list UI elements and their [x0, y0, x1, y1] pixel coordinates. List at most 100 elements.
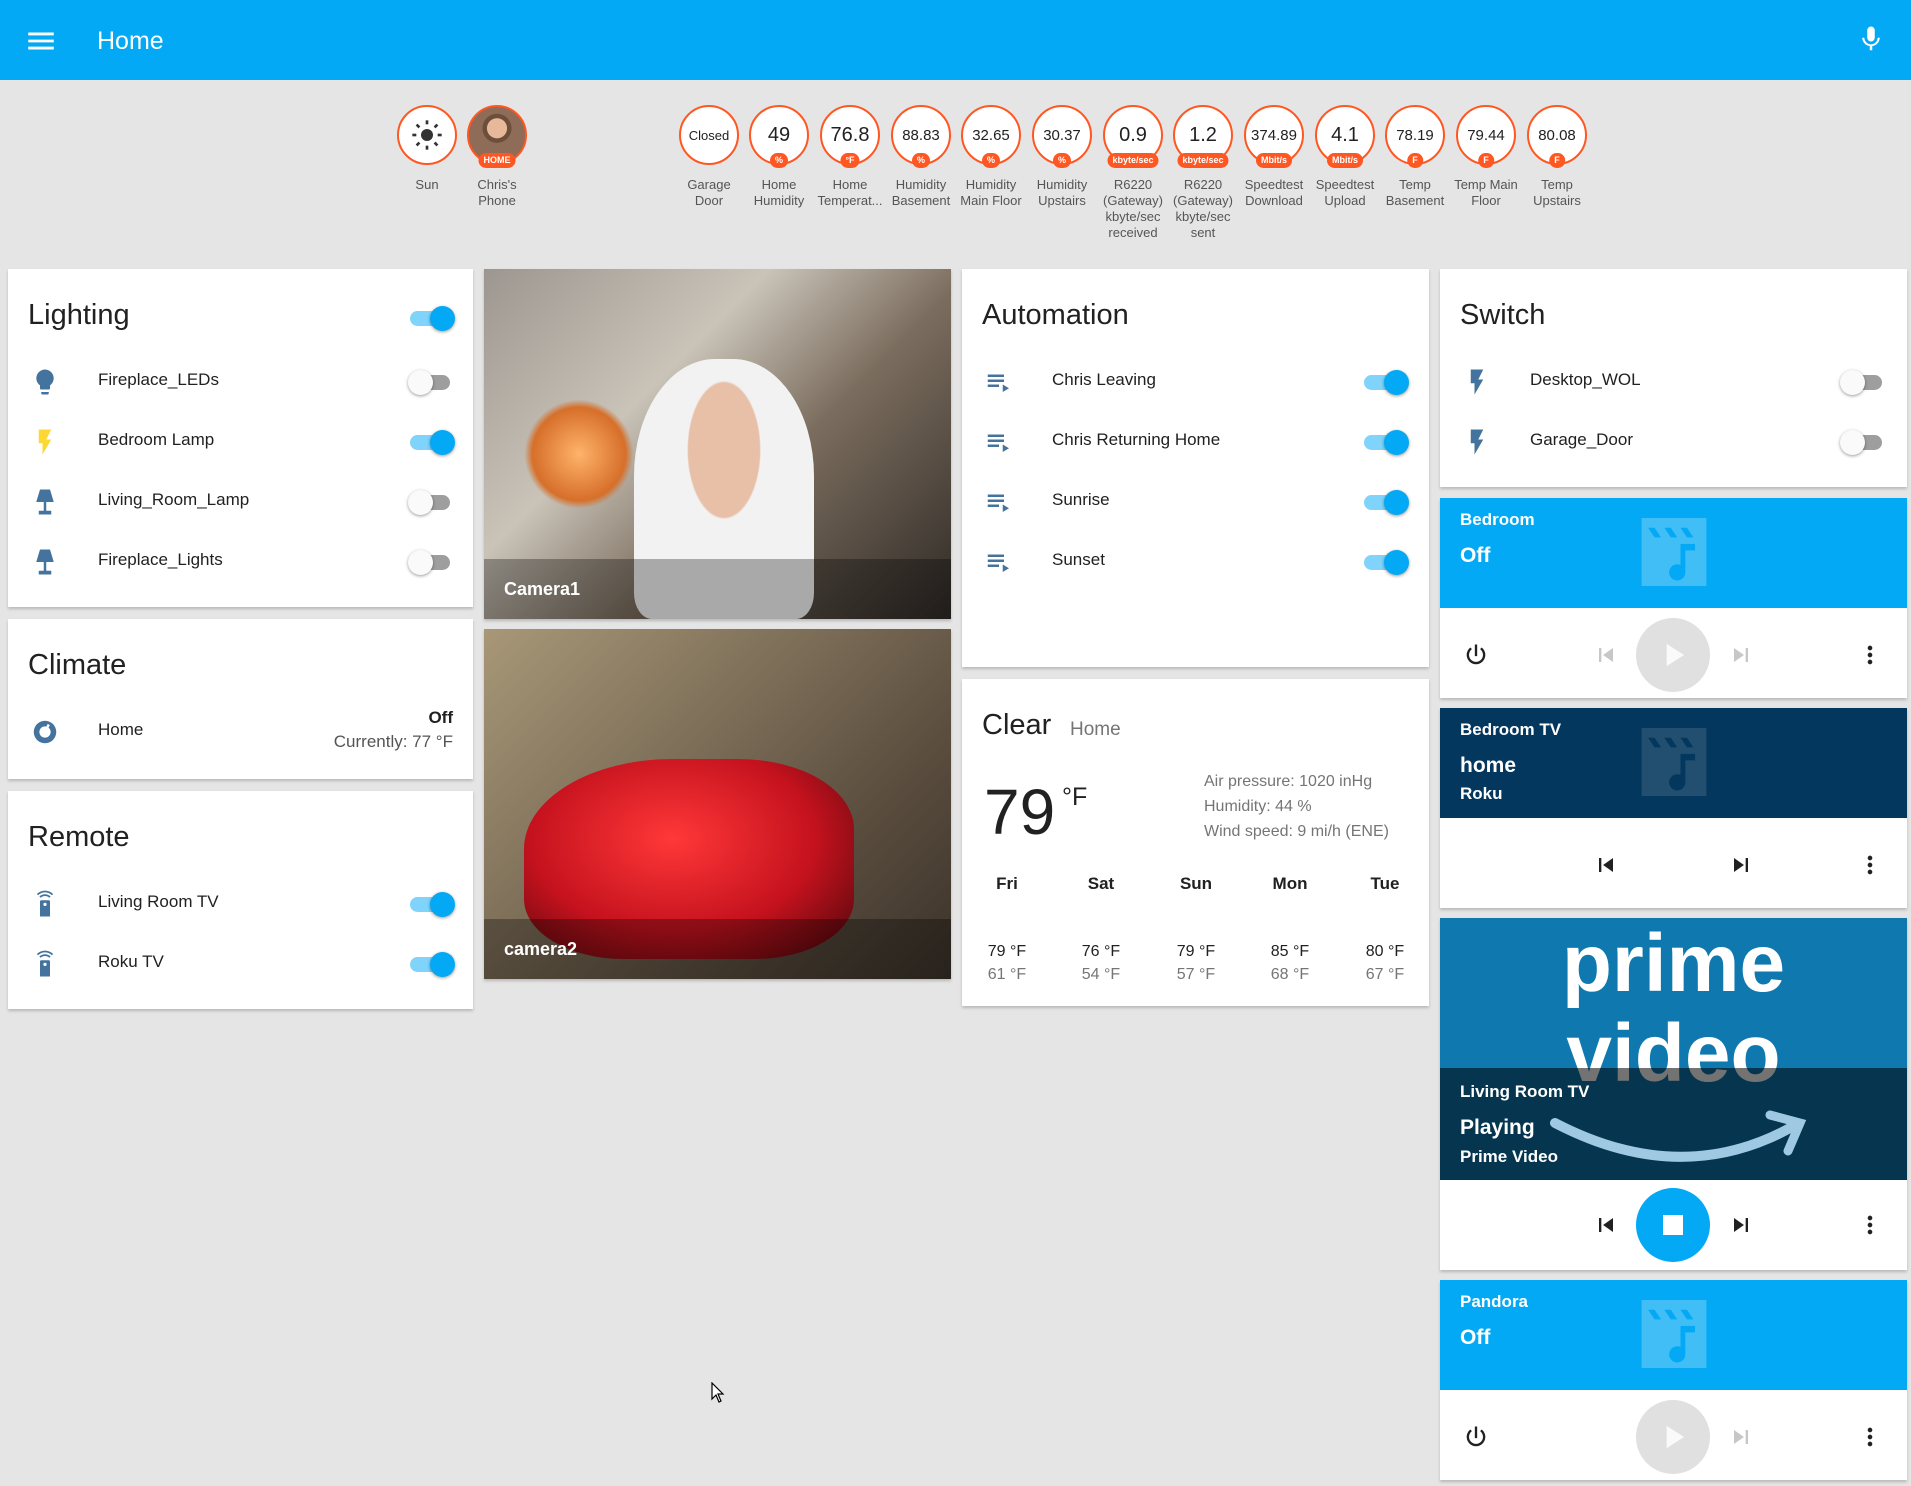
skip-next-icon[interactable] — [1727, 851, 1755, 879]
media-artwork: prime video Living Room TV Playing Prime… — [1440, 918, 1907, 1180]
camera2-feed[interactable]: camera2 — [484, 629, 951, 979]
switch-row-garage-door[interactable]: Garage_Door — [1440, 422, 1907, 462]
entity-toggle[interactable] — [1362, 428, 1409, 456]
stop-button[interactable] — [1636, 1188, 1710, 1262]
switch-row-desktop-wol[interactable]: Desktop_WOL — [1440, 362, 1907, 402]
camera-label: camera2 — [484, 919, 951, 979]
badge-label: Home Humidity — [753, 177, 805, 208]
skip-previous-icon[interactable] — [1592, 641, 1620, 669]
play-button[interactable] — [1636, 1400, 1710, 1474]
entity-row-living-room-lamp[interactable]: Living_Room_Lamp — [8, 482, 473, 522]
play-icon — [1666, 643, 1685, 667]
entity-toggle[interactable] — [1362, 548, 1409, 576]
badge-humidity-upstairs[interactable]: 30.37% Humidity Upstairs — [1027, 105, 1097, 209]
entity-row-climate-home[interactable]: Home Off Currently: 77 °F — [8, 708, 473, 752]
lighting-master-toggle[interactable] — [408, 304, 455, 332]
weather-temperature: 79 — [984, 776, 1056, 848]
entity-toggle[interactable] — [408, 488, 454, 516]
badge-value: 78.19 — [1396, 126, 1434, 144]
entity-row-fireplace-leds[interactable]: Fireplace_LEDs — [8, 362, 473, 402]
media-source: Prime Video — [1460, 1147, 1558, 1166]
skip-previous-icon[interactable] — [1592, 851, 1620, 879]
badge-sun[interactable]: Sun — [392, 105, 462, 193]
entity-toggle[interactable] — [408, 428, 455, 456]
entity-toggle[interactable] — [1840, 368, 1886, 396]
menu-icon[interactable] — [24, 24, 58, 58]
automation-row-chris-leaving[interactable]: Chris Leaving — [962, 362, 1429, 402]
badge-garage-door[interactable]: Closed Garage Door — [674, 105, 744, 209]
entity-toggle[interactable] — [1362, 368, 1409, 396]
more-vertical-icon[interactable] — [1856, 641, 1884, 669]
entity-label: Bedroom Lamp — [98, 430, 215, 449]
badge-unit: F — [1549, 153, 1565, 168]
badge-home-humidity[interactable]: 49% Home Humidity — [744, 105, 814, 209]
badge-unit: F — [1407, 153, 1423, 168]
entity-toggle[interactable] — [408, 368, 454, 396]
forecast-low: 57 °F — [1176, 966, 1216, 983]
skip-next-icon[interactable] — [1727, 1423, 1755, 1451]
more-vertical-icon[interactable] — [1856, 1211, 1884, 1239]
badge-humidity-main-floor[interactable]: 32.65% Humidity Main Floor — [956, 105, 1026, 209]
entity-toggle[interactable] — [1840, 428, 1886, 456]
remote-icon — [30, 949, 60, 979]
entity-label: Chris Leaving — [1052, 370, 1156, 389]
badge-gateway-sent[interactable]: 1.2 kbyte/sec R6220 (Gateway) kbyte/sec s… — [1168, 105, 1238, 241]
automation-row-sunrise[interactable]: Sunrise — [962, 482, 1429, 522]
badge-value: 79.44 — [1467, 126, 1505, 144]
lightbulb-icon — [30, 367, 60, 397]
camera-label: Camera1 — [484, 559, 951, 619]
remote-card: Remote Living Room TV Roku TV — [8, 791, 473, 1009]
skip-next-icon[interactable] — [1727, 1211, 1755, 1239]
playlist-play-icon — [984, 427, 1014, 457]
automation-row-sunset[interactable]: Sunset — [962, 542, 1429, 582]
more-vertical-icon[interactable] — [1856, 1423, 1884, 1451]
badge-unit: Mbit/s — [1327, 153, 1363, 168]
media-source: Roku — [1460, 784, 1503, 803]
entity-toggle[interactable] — [408, 890, 455, 918]
media-header: Bedroom Off — [1440, 498, 1907, 608]
lighting-card: Lighting Fireplace_LEDs Bedroom Lamp Liv… — [8, 269, 473, 607]
forecast-high: 79 °F — [987, 943, 1027, 960]
entity-row-bedroom-lamp[interactable]: Bedroom Lamp — [8, 422, 473, 462]
power-icon[interactable] — [1462, 641, 1490, 669]
switch-card: Switch Desktop_WOL Garage_Door — [1440, 269, 1907, 487]
badge-value: 30.37 — [1043, 126, 1081, 144]
entity-row-living-room-tv[interactable]: Living Room TV — [8, 884, 473, 924]
badge-speedtest-upload[interactable]: 4.1 Mbit/s Speedtest Upload — [1310, 105, 1380, 209]
entity-toggle[interactable] — [408, 548, 454, 576]
badge-value: Closed — [688, 127, 730, 143]
play-button[interactable] — [1636, 618, 1710, 692]
more-vertical-icon[interactable] — [1856, 851, 1884, 879]
media-name: Bedroom TV — [1460, 720, 1562, 739]
climate-current: Currently: 77 °F — [333, 732, 453, 751]
badge-speedtest-download[interactable]: 374.89 Mbit/s Speedtest Download — [1239, 105, 1309, 209]
microphone-icon[interactable] — [1856, 22, 1886, 56]
badge-unit: kbyte/sec — [1177, 153, 1229, 168]
thermostat-icon — [30, 717, 60, 747]
badge-phone[interactable]: HOME Chris's Phone — [462, 105, 532, 209]
power-icon[interactable] — [1462, 1423, 1490, 1451]
entity-row-roku-tv[interactable]: Roku TV — [8, 944, 473, 984]
badge-home-temperature[interactable]: 76.8 °F Home Temperat... — [815, 105, 885, 209]
entity-row-fireplace-lights[interactable]: Fireplace_Lights — [8, 542, 473, 582]
skip-next-icon[interactable] — [1727, 641, 1755, 669]
skip-previous-icon[interactable] — [1592, 1211, 1620, 1239]
media-header: Bedroom TV home Roku — [1440, 708, 1907, 818]
camera1-feed[interactable]: Camera1 — [484, 269, 951, 619]
weather-card[interactable]: Clear Home 79 °F Air pressure: 1020 inHg… — [962, 679, 1429, 1006]
badge-temp-upstairs[interactable]: 80.08 F Temp Upstairs — [1522, 105, 1592, 209]
badge-temp-main-floor[interactable]: 79.44 F Temp Main Floor — [1451, 105, 1521, 209]
media-state: Playing — [1460, 1116, 1535, 1139]
entity-label: Desktop_WOL — [1530, 370, 1641, 389]
badge-label: R6220 (Gateway) kbyte/sec received — [1103, 177, 1163, 240]
media-state: home — [1460, 754, 1517, 777]
automation-row-chris-returning-home[interactable]: Chris Returning Home — [962, 422, 1429, 462]
badge-gateway-received[interactable]: 0.9 kbyte/sec R6220 (Gateway) kbyte/sec r… — [1098, 105, 1168, 241]
badge-label: Home Temperat... — [817, 177, 883, 208]
badge-temp-basement[interactable]: 78.19 F Temp Basement — [1380, 105, 1450, 209]
entity-toggle[interactable] — [408, 950, 455, 978]
badge-humidity-basement[interactable]: 88.83% Humidity Basement — [886, 105, 956, 209]
entity-label: Roku TV — [98, 952, 164, 971]
media-player-bedroom-tv: Bedroom TV home Roku — [1440, 708, 1907, 908]
entity-toggle[interactable] — [1362, 488, 1409, 516]
